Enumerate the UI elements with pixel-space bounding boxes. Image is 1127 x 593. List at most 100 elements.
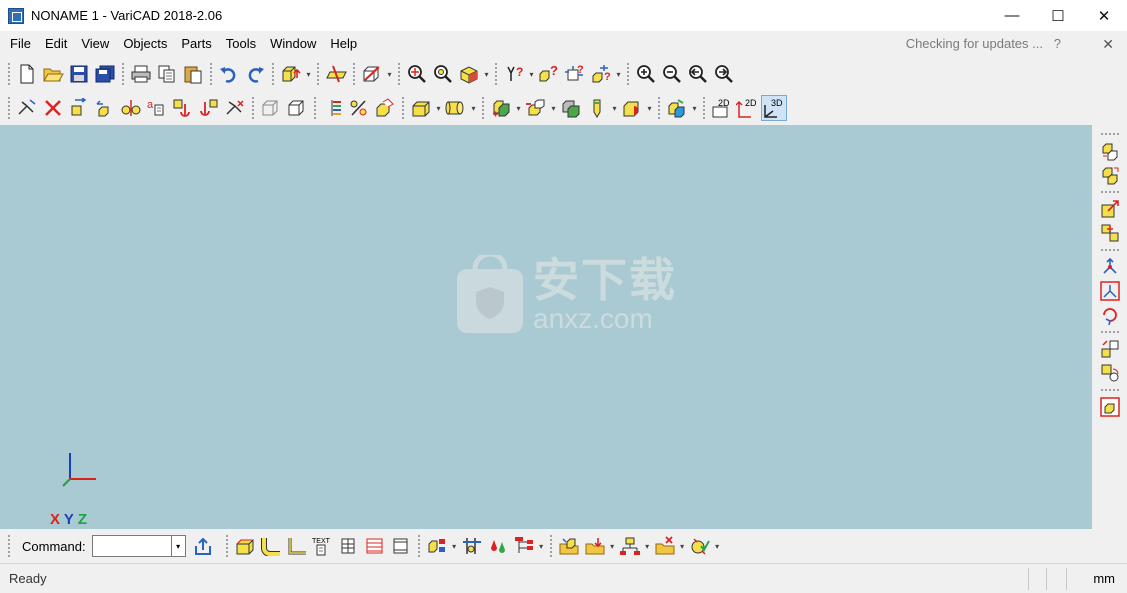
pipe-bend-icon[interactable] [258, 533, 284, 559]
menu-objects[interactable]: Objects [116, 31, 174, 57]
boolean-subtract-dropdown[interactable]: ▾ [549, 95, 558, 121]
delete-icon[interactable] [40, 95, 66, 121]
object-query-icon[interactable]: ? [536, 61, 562, 87]
axis-query-icon[interactable]: ? [501, 61, 527, 87]
insert-from-file-icon[interactable] [556, 533, 582, 559]
insert-solid-icon[interactable] [278, 61, 304, 87]
menu-view[interactable]: View [74, 31, 116, 57]
export-solid-icon[interactable] [582, 533, 608, 559]
mirror-solid-icon[interactable] [1097, 337, 1123, 361]
toolbar-grip[interactable] [352, 62, 356, 86]
switch-2d-button[interactable]: 2D [709, 95, 735, 121]
bom-tree-dropdown[interactable]: ▾ [450, 533, 459, 559]
view-cube-dropdown[interactable]: ▾ [482, 61, 491, 87]
save-all-icon[interactable] [92, 61, 118, 87]
toolbar-grip[interactable] [657, 96, 661, 120]
check-interference-icon[interactable] [687, 533, 713, 559]
toolbar-grip[interactable] [548, 534, 553, 558]
axis-query-dropdown[interactable]: ▾ [527, 61, 536, 87]
solid-edit-icon[interactable] [372, 95, 398, 121]
menu-edit[interactable]: Edit [38, 31, 74, 57]
box-tool-icon[interactable] [232, 533, 258, 559]
menu-parts[interactable]: Parts [174, 31, 218, 57]
execute-command-icon[interactable] [190, 533, 216, 559]
delete-from-file-icon[interactable] [652, 533, 678, 559]
units-indicator[interactable]: mm [1093, 564, 1115, 593]
toolbar-grip[interactable] [1099, 248, 1120, 252]
toolbar-grip[interactable] [316, 62, 320, 86]
structure-tree-icon[interactable] [511, 533, 537, 559]
angle-profile-icon[interactable] [284, 533, 310, 559]
toolbar-grip[interactable] [209, 62, 213, 86]
toolbar-grip[interactable] [224, 534, 229, 558]
copy-solid-icon[interactable] [1097, 139, 1123, 163]
structure-tree-dropdown[interactable]: ▾ [537, 533, 546, 559]
rotate-solid-icon[interactable] [1097, 303, 1123, 327]
pencil-edit-dropdown[interactable]: ▾ [610, 95, 619, 121]
mirror-icon[interactable] [118, 95, 144, 121]
toolbar-grip[interactable] [7, 62, 11, 86]
new-file-icon[interactable] [14, 61, 40, 87]
toolbar-grip[interactable] [1099, 190, 1120, 194]
array-solid-icon[interactable] [1097, 221, 1123, 245]
zoom-in-icon[interactable] [633, 61, 659, 87]
toolbar-grip[interactable] [481, 96, 485, 120]
weld-icon[interactable] [485, 533, 511, 559]
move-axis-icon[interactable] [1097, 255, 1123, 279]
section-plane-icon[interactable] [323, 61, 349, 87]
measure-query-icon[interactable]: ? [562, 61, 588, 87]
check-interference-dropdown[interactable]: ▾ [713, 533, 722, 559]
export-solid-dropdown[interactable]: ▾ [608, 533, 617, 559]
boolean-subtract-icon[interactable] [523, 95, 549, 121]
transform-icon[interactable] [92, 95, 118, 121]
view-cube-icon[interactable] [456, 61, 482, 87]
text-tool-icon[interactable]: TEXT [310, 533, 336, 559]
toolbar-grip[interactable] [1099, 388, 1120, 392]
solid-cut-dropdown[interactable]: ▾ [385, 61, 394, 87]
boolean-add-dropdown[interactable]: ▾ [514, 95, 523, 121]
toolbar-grip[interactable] [7, 96, 11, 120]
distance-query-icon[interactable]: ? [588, 61, 614, 87]
hatch-view-icon[interactable] [362, 533, 388, 559]
toolbar-grip[interactable] [7, 534, 11, 558]
delete-from-file-dropdown[interactable]: ▾ [678, 533, 687, 559]
switch-3d-button[interactable]: 3D [761, 95, 787, 121]
switch-2d-3d-button[interactable]: 2D [735, 95, 761, 121]
anchor-attach-icon[interactable] [170, 95, 196, 121]
menu-help[interactable]: Help [323, 31, 364, 57]
maximize-button[interactable]: ☐ [1035, 0, 1081, 31]
menu-file[interactable]: File [0, 31, 38, 57]
library-dropdown[interactable]: ▾ [643, 533, 652, 559]
toolbar-grip[interactable] [121, 62, 125, 86]
menu-window[interactable]: Window [263, 31, 323, 57]
zoom-all-icon[interactable] [430, 61, 456, 87]
anchor-detach-icon[interactable] [196, 95, 222, 121]
bom-tree-icon[interactable] [424, 533, 450, 559]
pencil-edit-icon[interactable] [584, 95, 610, 121]
open-folder-icon[interactable] [40, 61, 66, 87]
toolbar-grip[interactable] [494, 62, 498, 86]
save-icon[interactable] [66, 61, 92, 87]
help-question-icon[interactable]: ? [1054, 31, 1061, 57]
toolbar-grip[interactable] [1099, 330, 1120, 334]
wireframe-box-icon[interactable] [258, 95, 284, 121]
assembly-icon[interactable] [664, 95, 690, 121]
fillet-chamfer-icon[interactable] [619, 95, 645, 121]
assembly-dropdown[interactable]: ▾ [690, 95, 699, 121]
rotate-copy-icon[interactable] [1097, 361, 1123, 385]
paste-icon[interactable] [180, 61, 206, 87]
toolbar-grip[interactable] [416, 534, 421, 558]
zoom-out-icon[interactable] [659, 61, 685, 87]
box-solid-icon[interactable] [408, 95, 434, 121]
attribute-icon[interactable]: a [144, 95, 170, 121]
toolbar-grip[interactable] [626, 62, 630, 86]
menu-tools[interactable]: Tools [219, 31, 263, 57]
next-view-icon[interactable] [711, 61, 737, 87]
toolbar-grip[interactable] [1099, 132, 1120, 136]
scale-solid-icon[interactable] [1097, 197, 1123, 221]
zoom-view-icon[interactable] [404, 61, 430, 87]
cylinder-solid-dropdown[interactable]: ▾ [469, 95, 478, 121]
undo-icon[interactable] [216, 61, 242, 87]
command-input[interactable] [91, 535, 172, 557]
command-history-dropdown[interactable]: ▾ [171, 535, 186, 557]
